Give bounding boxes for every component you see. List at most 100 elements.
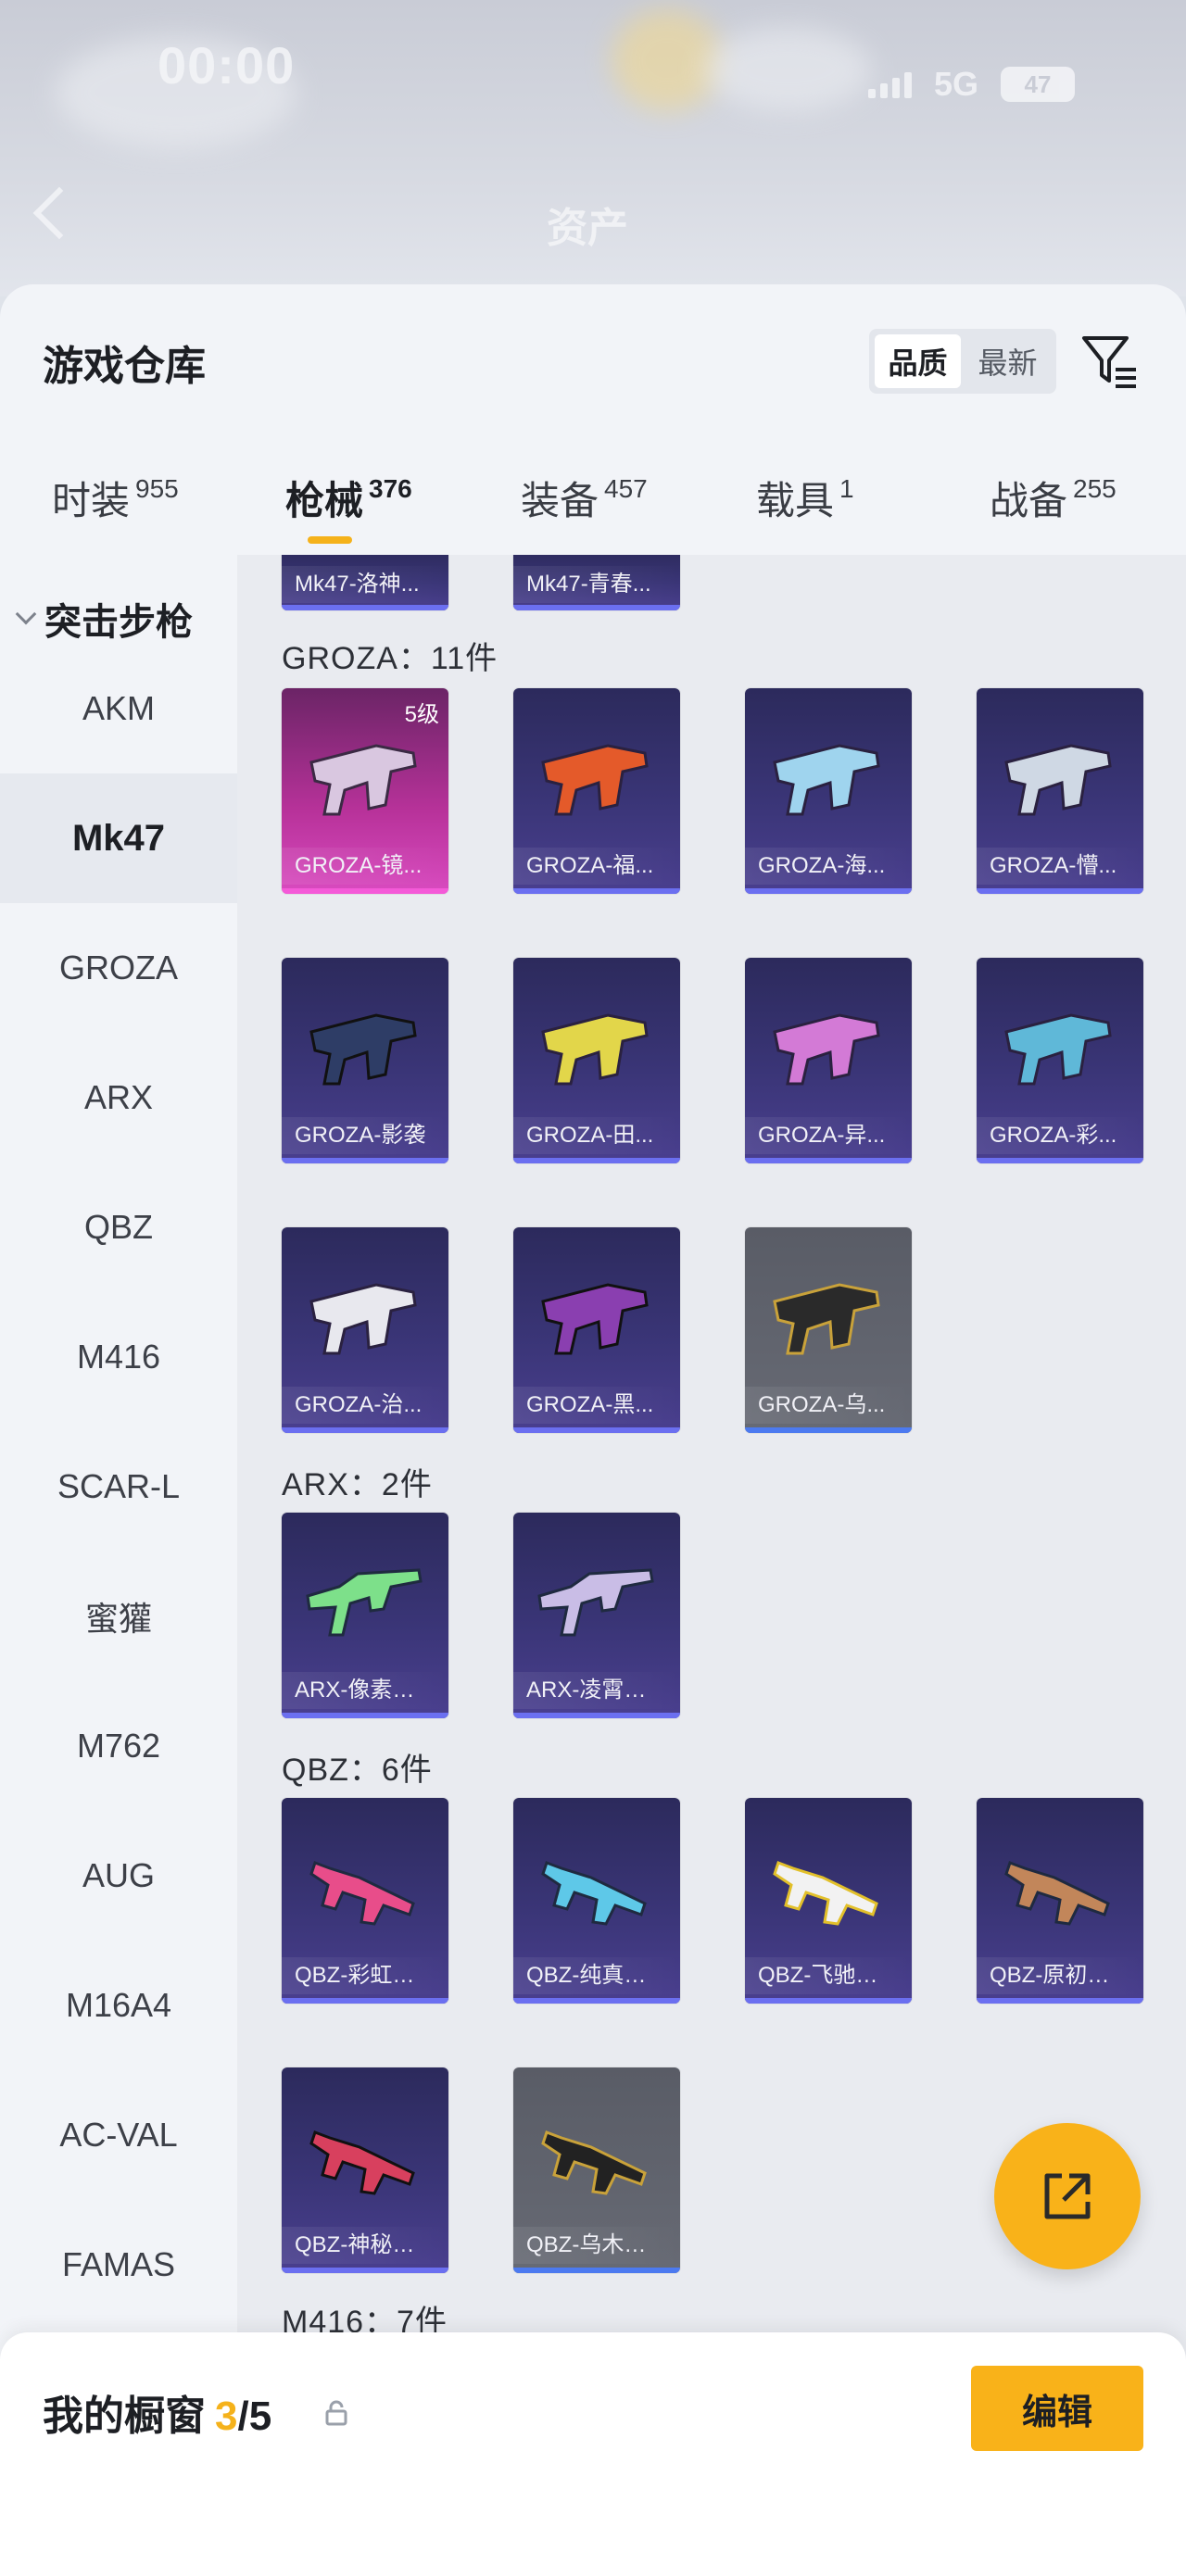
skin-card[interactable]: GROZA-影袭 bbox=[282, 958, 448, 1163]
tab-equipment[interactable]: 装备 457 bbox=[521, 470, 648, 526]
background-title: 资产 bbox=[547, 206, 628, 251]
skin-card[interactable]: QBZ-原初圣火 bbox=[977, 1798, 1143, 2004]
skin-card[interactable]: GROZA-海... bbox=[745, 688, 912, 894]
skin-card[interactable]: 5级 GROZA-镜... bbox=[282, 688, 448, 894]
skin-name: QBZ-神秘黑猫 bbox=[282, 2227, 448, 2264]
battery-icon: 47 bbox=[1001, 67, 1075, 102]
skin-card[interactable]: GROZA-治... bbox=[282, 1227, 448, 1433]
arx-skin-icon bbox=[306, 1568, 423, 1637]
groza-skin-icon bbox=[309, 744, 417, 816]
skin-name: GROZA-田... bbox=[513, 1117, 680, 1154]
tab-fashion[interactable]: 时装 955 bbox=[52, 470, 179, 526]
groza-skin-icon bbox=[309, 1013, 417, 1086]
tab-label: 装备 bbox=[521, 479, 599, 522]
tab-count: 1 bbox=[839, 474, 854, 503]
skin-card[interactable]: GROZA-黑... bbox=[513, 1227, 680, 1433]
sidebar-item-m16a4[interactable]: M16A4 bbox=[0, 1941, 237, 2070]
tab-count: 376 bbox=[369, 474, 412, 503]
rarity-bar bbox=[513, 1998, 680, 2004]
arx-skin-icon bbox=[537, 1568, 654, 1637]
showcase-current-count: 3 bbox=[215, 2394, 238, 2439]
tab-gear[interactable]: 战备 255 bbox=[990, 470, 1117, 526]
rarity-bar bbox=[513, 2268, 680, 2273]
tab-guns[interactable]: 枪械 376 bbox=[285, 470, 412, 526]
skin-card[interactable]: GROZA-异... bbox=[745, 958, 912, 1163]
groza-skin-icon bbox=[309, 1283, 417, 1355]
rarity-bar bbox=[282, 605, 448, 610]
sort-option-latest[interactable]: 最新 bbox=[965, 334, 1051, 388]
skin-name: QBZ-彩虹符号 bbox=[282, 1957, 448, 1994]
showcase-label: 我的橱窗 bbox=[43, 2394, 206, 2439]
sidebar-item-mk47[interactable]: Mk47 bbox=[0, 773, 237, 903]
status-indicators: 5G 47 bbox=[867, 65, 1075, 104]
rarity-bar bbox=[977, 888, 1143, 894]
rarity-bar bbox=[745, 1427, 912, 1433]
skin-name: GROZA-海... bbox=[745, 848, 912, 885]
share-button[interactable] bbox=[994, 2123, 1141, 2269]
sidebar-item-m762[interactable]: M762 bbox=[0, 1681, 237, 1811]
qbz-skin-icon bbox=[541, 2130, 647, 2195]
tab-label: 载具 bbox=[756, 479, 835, 522]
rarity-bar bbox=[513, 1427, 680, 1433]
skin-name: GROZA-懵... bbox=[977, 848, 1143, 885]
tab-label: 枪械 bbox=[285, 479, 364, 522]
edit-button[interactable]: 编辑 bbox=[971, 2366, 1143, 2451]
tab-vehicles[interactable]: 载具 1 bbox=[756, 470, 854, 526]
sidebar-item-groza[interactable]: GROZA bbox=[0, 903, 237, 1033]
skin-card[interactable]: ARX-凌霄紫焰 bbox=[513, 1513, 680, 1718]
skin-card[interactable]: GROZA-彩... bbox=[977, 958, 1143, 1163]
skin-name: GROZA-影袭 bbox=[282, 1117, 448, 1154]
back-arrow-icon[interactable] bbox=[32, 186, 86, 240]
skin-name: GROZA-彩... bbox=[977, 1117, 1143, 1154]
signal-icon bbox=[867, 70, 912, 98]
rarity-bar bbox=[282, 1427, 448, 1433]
skin-name: GROZA-治... bbox=[282, 1387, 448, 1424]
qbz-skin-icon bbox=[309, 1861, 415, 1926]
skin-card[interactable]: GROZA-田... bbox=[513, 958, 680, 1163]
skin-card[interactable]: Mk47-青春... bbox=[513, 555, 680, 610]
sidebar-item-m416[interactable]: M416 bbox=[0, 1292, 237, 1422]
skin-name: QBZ-纯真浪花 bbox=[513, 1957, 680, 1994]
qbz-skin-icon bbox=[309, 2130, 415, 2195]
share-export-icon bbox=[1044, 2173, 1091, 2219]
sidebar-category-assault-rifle[interactable]: 突击步枪 bbox=[15, 592, 193, 646]
skin-card[interactable]: QBZ-乌木金纹 bbox=[513, 2067, 680, 2273]
skin-level-badge: 5级 bbox=[404, 702, 439, 727]
tab-count: 955 bbox=[135, 474, 179, 503]
sidebar-item-aug[interactable]: AUG bbox=[0, 1811, 237, 1941]
sidebar-item-famas[interactable]: FAMAS bbox=[0, 2200, 237, 2330]
skin-name: GROZA-异... bbox=[745, 1117, 912, 1154]
skin-name: ARX-像素花束 bbox=[282, 1672, 448, 1709]
skin-card[interactable]: QBZ-彩虹符号 bbox=[282, 1798, 448, 2004]
skin-card[interactable]: GROZA-福... bbox=[513, 688, 680, 894]
rarity-bar bbox=[282, 1158, 448, 1163]
skin-card[interactable]: GROZA-乌... bbox=[745, 1227, 912, 1433]
filter-funnel-icon[interactable] bbox=[1080, 333, 1142, 394]
skin-card[interactable]: QBZ-纯真浪花 bbox=[513, 1798, 680, 2004]
skin-name: QBZ-乌木金纹 bbox=[513, 2227, 680, 2264]
skin-name: GROZA-镜... bbox=[282, 848, 448, 885]
rarity-bar bbox=[745, 1998, 912, 2004]
sidebar-item-scar-l[interactable]: SCAR-L bbox=[0, 1422, 237, 1552]
sidebar-item-arx[interactable]: ARX bbox=[0, 1033, 237, 1162]
sidebar-item-akm[interactable]: AKM bbox=[0, 644, 237, 773]
sidebar-category-label: 突击步枪 bbox=[44, 602, 193, 643]
groza-skin-icon bbox=[773, 744, 880, 816]
tab-label: 时装 bbox=[52, 479, 131, 522]
rarity-bar bbox=[513, 888, 680, 894]
weapon-sidebar: 突击步枪 AKM Mk47 GROZA ARX QBZ M416 SCAR-L … bbox=[0, 555, 237, 2576]
sidebar-item-honey-badger[interactable]: 蜜獾 bbox=[0, 1552, 237, 1681]
sort-option-quality[interactable]: 品质 bbox=[875, 334, 961, 388]
groza-skin-icon bbox=[541, 1013, 649, 1086]
skin-card[interactable]: ARX-像素花束 bbox=[282, 1513, 448, 1718]
skin-name: Mk47-洛神... bbox=[282, 566, 448, 603]
skin-card[interactable]: QBZ-神秘黑猫 bbox=[282, 2067, 448, 2273]
skin-card[interactable]: Mk47-洛神... bbox=[282, 555, 448, 610]
sidebar-item-qbz[interactable]: QBZ bbox=[0, 1162, 237, 1292]
sidebar-item-ac-val[interactable]: AC-VAL bbox=[0, 2070, 237, 2200]
qbz-skin-icon bbox=[773, 1861, 878, 1926]
rarity-bar bbox=[513, 605, 680, 610]
network-label: 5G bbox=[933, 65, 978, 103]
skin-card[interactable]: QBZ-飞驰魅影 bbox=[745, 1798, 912, 2004]
skin-card[interactable]: GROZA-懵... bbox=[977, 688, 1143, 894]
